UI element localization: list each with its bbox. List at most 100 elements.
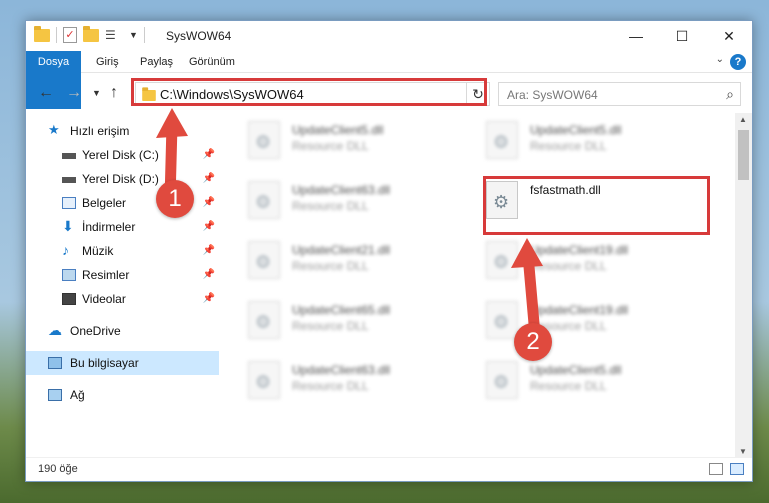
pin-icon[interactable]: 📌: [203, 263, 215, 287]
scroll-down-icon[interactable]: ▼: [739, 447, 747, 456]
dll-file-icon: [248, 301, 280, 339]
file-item[interactable]: UpdateClient5.dll Resource DLL: [242, 115, 462, 173]
dll-file-icon: [486, 361, 518, 399]
dll-file-icon: [486, 301, 518, 339]
title-bar: ✓ ☰ ▼ SysWOW64 — ☐ ✕: [26, 21, 752, 51]
sidebar-item-label: İndirmeler: [82, 220, 136, 234]
pin-icon[interactable]: 📌: [203, 287, 215, 311]
dll-file-icon: [248, 241, 280, 279]
file-highlight: [483, 176, 710, 235]
help-icon[interactable]: ?: [730, 54, 746, 70]
pin-icon[interactable]: 📌: [203, 215, 215, 239]
file-type: Resource DLL: [292, 379, 369, 393]
pin-icon[interactable]: 📌: [203, 143, 215, 167]
file-name: UpdateClient5.dll: [530, 123, 622, 137]
new-folder-icon[interactable]: [83, 25, 99, 42]
tab-share[interactable]: Paylaş: [140, 51, 173, 73]
expand-ribbon-icon[interactable]: ⌄: [716, 54, 724, 65]
item-count: 190 öğe: [38, 463, 78, 475]
file-type: Resource DLL: [292, 199, 369, 213]
maximize-button[interactable]: ☐: [659, 21, 705, 51]
sidebar-item-quick-access[interactable]: ★ Hızlı erişim: [26, 119, 219, 143]
back-button[interactable]: ←: [38, 84, 54, 102]
sidebar-item-network[interactable]: Ağ: [26, 383, 219, 407]
status-bar: 190 öğe: [26, 457, 752, 481]
file-name: UpdateClient19.dll: [530, 243, 629, 257]
sidebar-item-label: Ağ: [70, 388, 85, 402]
file-item[interactable]: UpdateClient5.dll Resource DLL: [480, 355, 700, 413]
sidebar-item-label: OneDrive: [70, 324, 121, 338]
scroll-up-icon[interactable]: ▲: [739, 115, 747, 124]
window-title: SysWOW64: [166, 29, 232, 43]
file-name: UpdateClient19.dll: [530, 303, 629, 317]
quick-access-toolbar: ✓ ☰ ▼: [34, 25, 145, 43]
file-item[interactable]: UpdateClient63.dll Resource DLL: [242, 355, 462, 413]
pin-icon[interactable]: 📌: [203, 167, 215, 191]
file-type: Resource DLL: [530, 259, 607, 273]
file-item[interactable]: UpdateClient65.dll Resource DLL: [242, 295, 462, 353]
dll-file-icon: [248, 181, 280, 219]
sidebar-item-label: Belgeler: [82, 196, 127, 210]
divider: [143, 27, 145, 43]
up-button[interactable]: ↑: [110, 84, 118, 102]
download-icon: ⬇: [62, 218, 74, 234]
properties-check-icon[interactable]: ✓: [63, 27, 77, 43]
file-type: Resource DLL: [530, 379, 607, 393]
sidebar-item-music[interactable]: ♪ Müzik 📌: [26, 239, 219, 263]
details-view-icon[interactable]: [709, 463, 723, 475]
file-item[interactable]: UpdateClient19.dll Resource DLL: [480, 295, 700, 353]
chevron-down-icon[interactable]: ▼: [129, 30, 138, 40]
ribbon-tabs: Dosya Giriş Paylaş Görünüm ⌄ ?: [26, 51, 752, 109]
sidebar-item-label: Resimler: [82, 268, 130, 282]
file-item[interactable]: UpdateClient5.dll Resource DLL: [480, 115, 700, 173]
dll-file-icon: [486, 121, 518, 159]
large-icons-view-icon[interactable]: [730, 463, 744, 475]
pictures-icon: [62, 269, 76, 281]
file-item[interactable]: UpdateClient21.dll Resource DLL: [242, 235, 462, 293]
sidebar-item-label: Bu bilgisayar: [70, 356, 139, 370]
documents-icon: [62, 197, 76, 209]
minimize-button[interactable]: —: [613, 21, 659, 51]
tab-view[interactable]: Görünüm: [189, 51, 235, 73]
sidebar-item-pictures[interactable]: Resimler 📌: [26, 263, 219, 287]
vertical-scrollbar[interactable]: ▲ ▼: [735, 113, 752, 458]
sidebar-item-label: Yerel Disk (D:): [82, 172, 159, 186]
sidebar-item-label: Hızlı erişim: [70, 124, 130, 138]
dll-file-icon: [248, 121, 280, 159]
recent-locations-button[interactable]: ▼: [92, 88, 101, 98]
drive-icon: [62, 177, 76, 183]
divider: [56, 27, 57, 43]
dll-file-icon: [486, 241, 518, 279]
close-button[interactable]: ✕: [706, 21, 752, 51]
file-type: Resource DLL: [530, 139, 607, 153]
file-item[interactable]: UpdateClient63.dll Resource DLL: [242, 175, 462, 233]
file-name: UpdateClient5.dll: [530, 363, 622, 377]
file-name: UpdateClient65.dll: [292, 303, 391, 317]
sidebar-item-local-disk-c[interactable]: Yerel Disk (C:) 📌: [26, 143, 219, 167]
forward-button[interactable]: →: [66, 84, 82, 102]
scrollbar-thumb[interactable]: [738, 130, 749, 180]
network-icon: [48, 389, 62, 401]
sidebar-item-downloads[interactable]: ⬇ İndirmeler 📌: [26, 215, 219, 239]
music-icon: ♪: [62, 242, 69, 258]
file-type: Resource DLL: [292, 139, 369, 153]
file-item[interactable]: UpdateClient19.dll Resource DLL: [480, 235, 700, 293]
pin-icon[interactable]: 📌: [203, 191, 215, 215]
search-icon[interactable]: ⌕: [726, 86, 734, 103]
tab-home[interactable]: Giriş: [96, 51, 119, 73]
file-name: UpdateClient5.dll: [292, 123, 384, 137]
step-badge-1: 1: [156, 180, 194, 218]
customize-icon[interactable]: ☰: [105, 28, 123, 42]
dll-file-icon: [248, 361, 280, 399]
search-input[interactable]: Ara: SysWOW64 ⌕: [498, 82, 741, 106]
sidebar-item-label: Videolar: [82, 292, 126, 306]
folder-icon[interactable]: [34, 25, 50, 42]
sidebar-item-onedrive[interactable]: ☁ OneDrive: [26, 319, 219, 343]
sidebar-item-this-pc[interactable]: Bu bilgisayar: [26, 351, 219, 375]
address-bar-highlight: [131, 78, 487, 106]
sidebar-item-label: Müzik: [82, 244, 114, 258]
pin-icon[interactable]: 📌: [203, 239, 215, 263]
file-name: UpdateClient63.dll: [292, 183, 391, 197]
drive-icon: [62, 153, 76, 159]
sidebar-item-videos[interactable]: Videolar 📌: [26, 287, 219, 311]
